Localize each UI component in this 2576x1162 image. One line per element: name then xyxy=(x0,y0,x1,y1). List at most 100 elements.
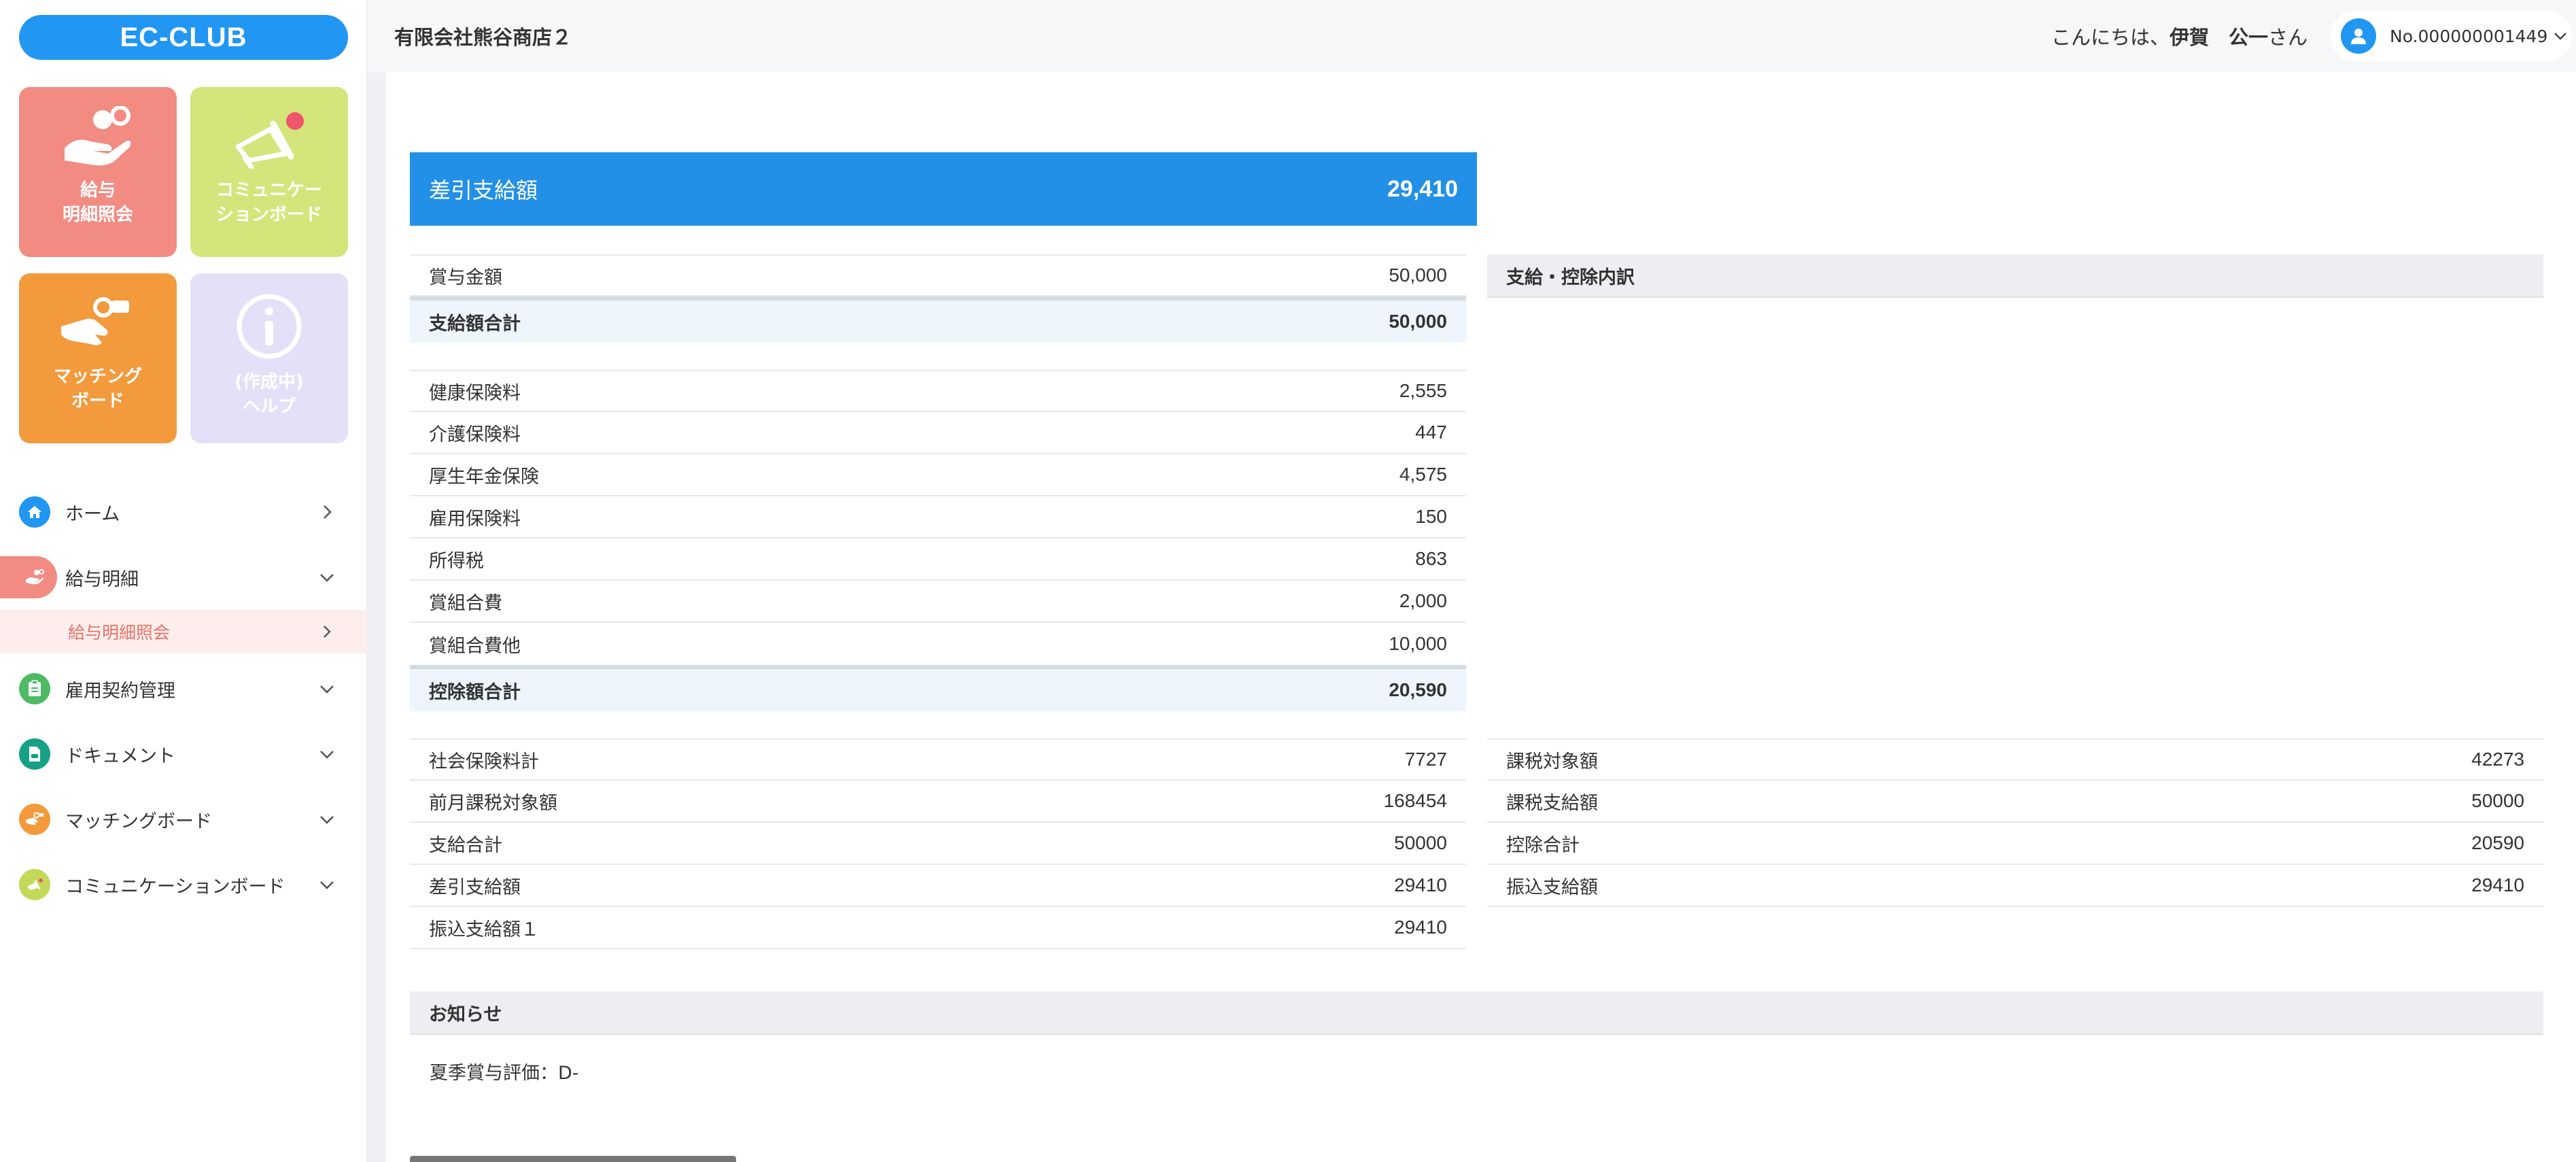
handshake-icon xyxy=(61,297,129,345)
tile-help-line1: (作成中) xyxy=(234,372,304,392)
notice-text: 夏季賞与評価：D- xyxy=(430,1063,579,1084)
nav-item-home[interactable]: ホーム xyxy=(0,488,367,536)
nav-employment-label: 雇用契約管理 xyxy=(65,680,175,702)
summary-value: 29410 xyxy=(1394,874,1447,895)
tile-help[interactable]: (作成中) ヘルプ xyxy=(190,273,348,443)
deduction-label: 厚生年金保険 xyxy=(429,466,539,488)
deduction-label: 所得税 xyxy=(429,550,484,572)
chevron-down-icon xyxy=(2554,33,2566,40)
deduction-total-row: 控除額合計 20,590 xyxy=(410,665,1466,711)
hand-coins-icon xyxy=(65,106,131,166)
app-logo[interactable]: EC-CLUB xyxy=(19,15,348,60)
summary-label: 振込支給額１ xyxy=(429,919,539,940)
payment-row: 賞与金額 50,000 xyxy=(410,254,1466,296)
account-menu[interactable]: No.000000001449 xyxy=(2330,11,2572,61)
deduction-value: 447 xyxy=(1415,422,1447,443)
summary-value: 168454 xyxy=(1383,790,1447,811)
tile-salary-line1: 給与 xyxy=(80,180,116,201)
summary-label: 前月課税対象額 xyxy=(429,792,557,814)
nav-payslip-sub-label: 給与明細照会 xyxy=(68,623,171,643)
tile-communication-board[interactable]: コミュニケー ションボード xyxy=(190,87,348,257)
summary-label: 社会保険料計 xyxy=(429,751,539,772)
deduction-row: 健康保険料 2,555 xyxy=(410,370,1466,412)
home-icon xyxy=(19,496,50,528)
megaphone-icon xyxy=(235,112,304,169)
nav-communication-label: コミュニケーションボード xyxy=(65,876,285,898)
nav-item-payslip[interactable]: 給与明細 xyxy=(0,553,367,601)
user-avatar-icon xyxy=(2341,18,2376,54)
notice-header: お知らせ xyxy=(410,991,2543,1035)
deduction-label: 介護保険料 xyxy=(429,424,521,445)
summary-value: 50000 xyxy=(2471,790,2524,811)
summary-value: 29410 xyxy=(1394,917,1447,938)
tile-matching-line1: マッチング xyxy=(53,366,142,387)
user-name: 伊賀 公一 xyxy=(2170,26,2269,49)
bottom-button-edge[interactable] xyxy=(410,1156,736,1162)
net-pay-value: 29,410 xyxy=(1387,175,1458,202)
summary-label: 支給合計 xyxy=(429,834,502,856)
deduction-value: 10,000 xyxy=(1389,633,1447,654)
deduction-row: 賞組合費他 10,000 xyxy=(410,623,1466,665)
user-greeting: こんにちは、伊賀 公一さん xyxy=(2051,22,2308,50)
summary-value: 50000 xyxy=(1394,832,1447,853)
chevron-right-icon xyxy=(324,626,331,638)
summary-value: 42273 xyxy=(2471,749,2524,770)
pdf-file-icon xyxy=(19,738,50,770)
nav-subitem-payslip-inquiry[interactable]: 給与明細照会 xyxy=(0,610,367,653)
summary-value: 20590 xyxy=(2471,832,2524,853)
deduction-total-value: 20,590 xyxy=(1389,679,1447,700)
clipboard-icon xyxy=(19,673,50,704)
deduction-value: 2,000 xyxy=(1399,590,1447,611)
summary-row: 前月課税対象額 168454 xyxy=(410,781,1466,823)
summary-label: 振込支給額 xyxy=(1506,876,1598,898)
handshake-icon xyxy=(19,804,50,835)
summary-row: 差引支給額 29410 xyxy=(410,865,1466,907)
hand-coins-icon xyxy=(19,562,50,593)
summary-value: 7727 xyxy=(1404,749,1447,770)
summary-value: 29410 xyxy=(2471,874,2524,895)
deduction-row: 厚生年金保険 4,575 xyxy=(410,454,1466,496)
tile-help-line2: ヘルプ xyxy=(242,396,296,417)
deduction-row: 介護保険料 447 xyxy=(410,412,1466,454)
nav-matching-label: マッチングボード xyxy=(65,810,212,832)
payment-label: 賞与金額 xyxy=(429,267,502,288)
summary-row: 支給合計 50000 xyxy=(410,823,1466,865)
chevron-down-icon xyxy=(320,685,334,694)
summary-row: 振込支給額 29410 xyxy=(1487,865,2543,907)
deduction-value: 863 xyxy=(1415,548,1447,569)
tile-matching-board[interactable]: マッチング ボード xyxy=(19,273,177,443)
tile-salary-statement[interactable]: 給与 明細照会 xyxy=(19,87,177,257)
summary-row: 社会保険料計 7727 xyxy=(410,738,1466,781)
deduction-row: 雇用保険料 150 xyxy=(410,496,1466,539)
tile-communication-line2: ションボード xyxy=(215,205,322,225)
breakdown-header: 支給・控除内訳 xyxy=(1487,254,2543,298)
account-number: No.000000001449 xyxy=(2390,26,2548,46)
chevron-down-icon xyxy=(320,816,334,824)
nav-item-employment-contract[interactable]: 雇用契約管理 xyxy=(0,665,367,713)
deduction-value: 150 xyxy=(1415,506,1447,527)
nav-home-label: ホーム xyxy=(65,503,120,525)
chevron-right-icon xyxy=(324,505,332,519)
chevron-down-icon xyxy=(320,751,334,759)
payment-total-row: 支給額合計 50,000 xyxy=(410,296,1466,343)
summary-label: 課税対象額 xyxy=(1506,751,1598,772)
tile-salary-line2: 明細照会 xyxy=(62,205,133,225)
summary-row: 課税対象額 42273 xyxy=(1487,738,2543,781)
nav-item-communication-board[interactable]: コミュニケーションボード xyxy=(0,861,367,908)
summary-row: 控除合計 20590 xyxy=(1487,823,2543,865)
deduction-row: 所得税 863 xyxy=(410,539,1466,581)
summary-label: 差引支給額 xyxy=(429,876,521,898)
notice-title: お知らせ xyxy=(429,1004,502,1025)
nav-item-matching-board[interactable]: マッチングボード xyxy=(0,796,367,843)
deduction-value: 4,575 xyxy=(1399,464,1447,485)
deduction-label: 賞組合費他 xyxy=(429,635,521,657)
payment-total-label: 支給額合計 xyxy=(429,313,521,335)
tile-communication-line1: コミュニケー xyxy=(215,180,322,201)
nav-payslip-label: 給与明細 xyxy=(65,568,139,590)
company-name: 有限会社熊谷商店２ xyxy=(394,26,572,49)
megaphone-icon xyxy=(19,869,50,900)
sidebar: EC-CLUB 給与 明細照会 コミュニケー ションボード マッチング ボード xyxy=(0,0,367,1162)
nav-item-documents[interactable]: ドキュメント xyxy=(0,730,367,778)
deduction-label: 健康保険料 xyxy=(429,382,521,404)
info-icon xyxy=(237,294,302,359)
